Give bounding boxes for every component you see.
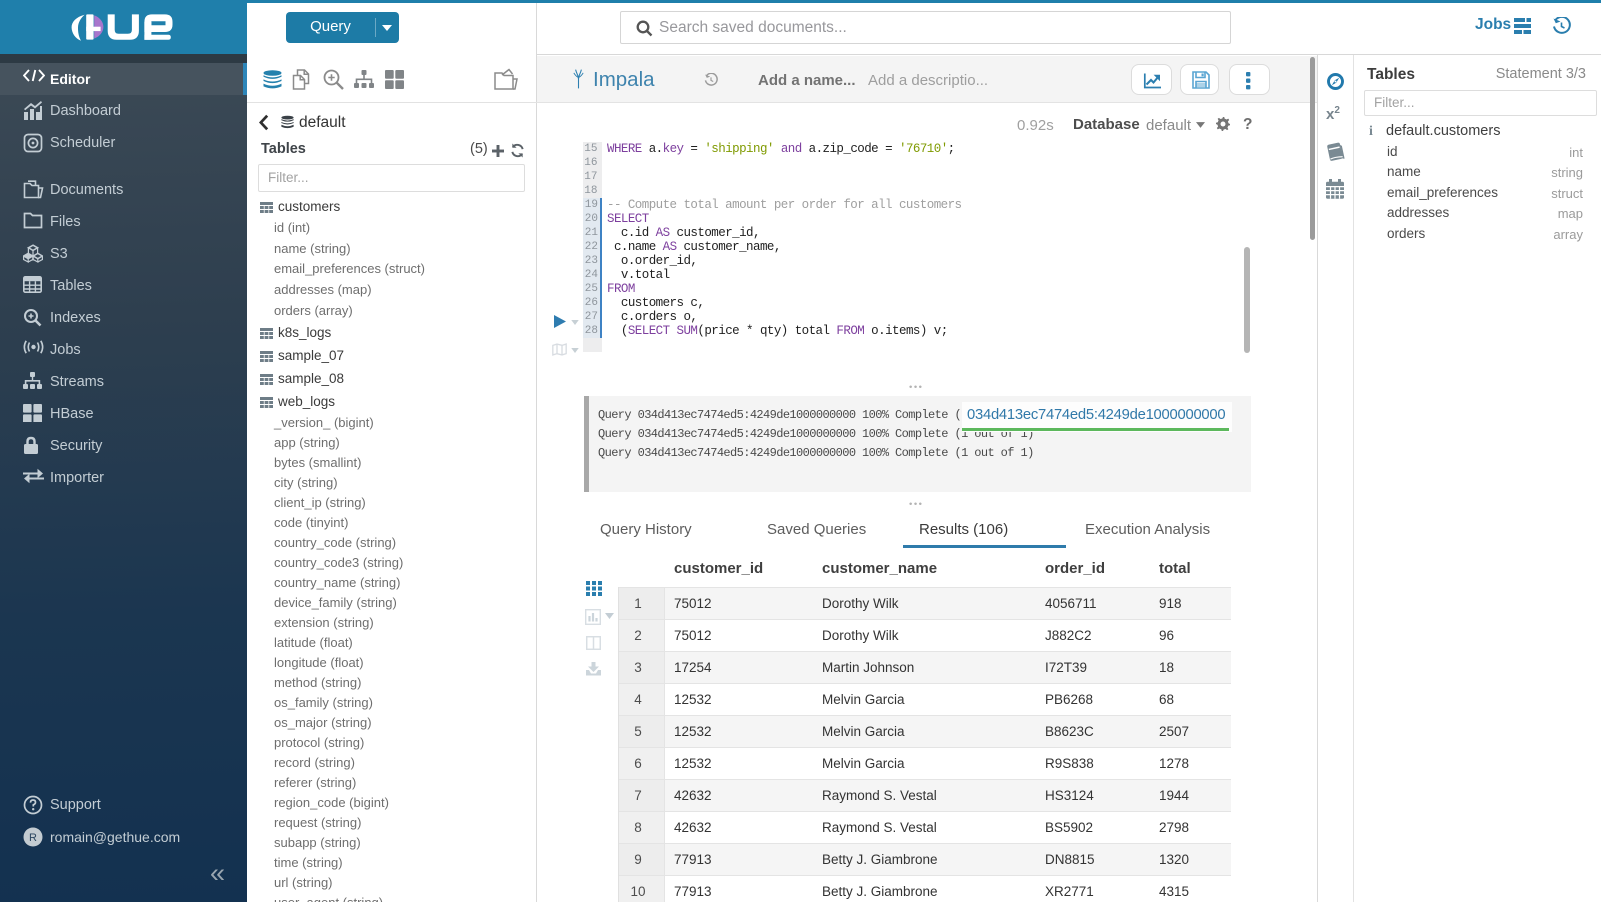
svg-text:R: R (29, 832, 37, 844)
